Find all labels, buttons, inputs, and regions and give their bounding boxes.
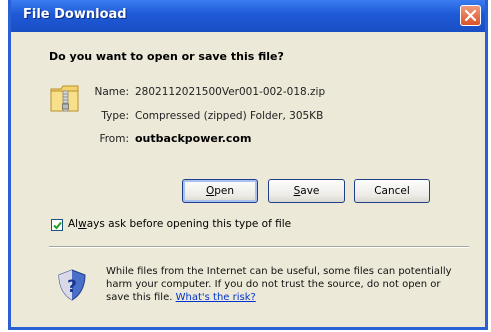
title-bar[interactable]: File Download xyxy=(11,0,485,32)
file-name-label: Name: xyxy=(94,86,129,98)
close-icon xyxy=(464,9,477,22)
file-name-value: 2802112021500Ver001-002-018.zip xyxy=(135,86,326,98)
security-shield-icon: ? xyxy=(58,269,86,301)
always-ask-label[interactable]: Always ask before opening this type of f… xyxy=(68,218,291,230)
whats-the-risk-link[interactable]: What's the risk? xyxy=(176,292,256,303)
window-title: File Download xyxy=(23,7,127,22)
file-download-dialog: File Download Do you want to open or sav… xyxy=(8,0,488,330)
security-warning: While files from the Internet can be use… xyxy=(106,265,466,304)
close-button[interactable] xyxy=(460,5,481,26)
save-button[interactable]: Save xyxy=(268,179,345,203)
file-from-label: From: xyxy=(99,133,129,145)
file-from-value: outbackpower.com xyxy=(135,132,252,145)
always-ask-checkbox[interactable] xyxy=(51,219,63,231)
open-button[interactable]: Open xyxy=(182,179,258,203)
file-type-label: Type: xyxy=(101,110,129,122)
divider xyxy=(49,246,469,248)
warning-text: While files from the Internet can be use… xyxy=(106,266,452,303)
dialog-question: Do you want to open or save this file? xyxy=(49,50,284,63)
checkmark-icon xyxy=(53,221,62,230)
file-type-value: Compressed (zipped) Folder, 305KB xyxy=(135,110,324,122)
svg-text:?: ? xyxy=(67,277,77,297)
cancel-button[interactable]: Cancel xyxy=(354,179,430,203)
